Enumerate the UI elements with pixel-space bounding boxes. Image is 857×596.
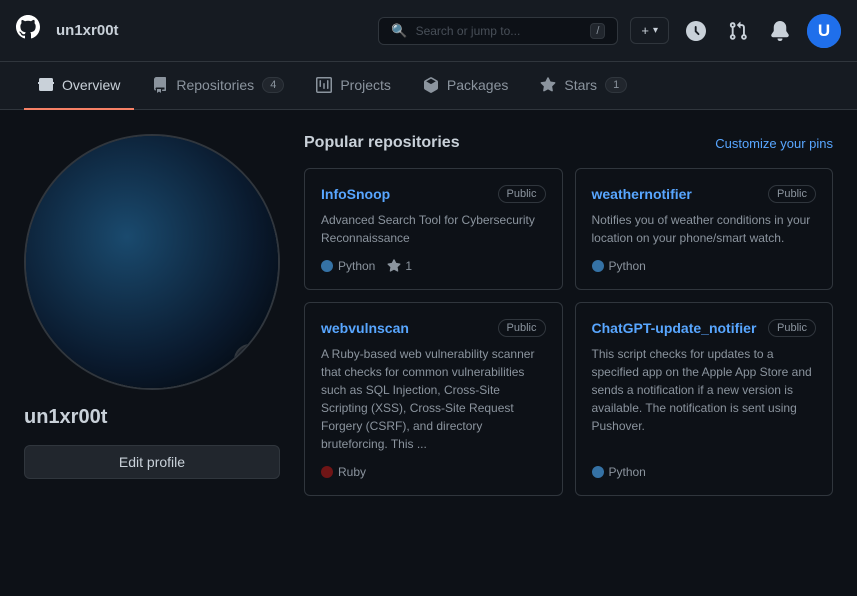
star-icon xyxy=(387,259,401,273)
repo-language: Ruby xyxy=(321,465,366,479)
repo-footer: Ruby xyxy=(321,465,546,479)
language-color-dot xyxy=(321,260,333,272)
repo-description: A Ruby-based web vulnerability scanner t… xyxy=(321,345,546,453)
repo-description: This script checks for updates to a spec… xyxy=(592,345,817,453)
language-color-dot xyxy=(592,260,604,272)
edit-profile-button[interactable]: Edit profile xyxy=(24,445,280,479)
git-pull-request-button[interactable] xyxy=(723,16,753,46)
repo-visibility-badge: Public xyxy=(498,319,546,337)
language-color-dot xyxy=(592,466,604,478)
repo-card-infosnooop: InfoSnoop Public Advanced Search Tool fo… xyxy=(304,168,563,290)
navbar: un1xr00t 🔍 Search or jump to... / + ▾ U xyxy=(0,0,857,62)
user-avatar-nav[interactable]: U xyxy=(807,14,841,48)
timer-button[interactable] xyxy=(681,16,711,46)
repo-card-weathernotifier: weathernotifier Public Notifies you of w… xyxy=(575,168,834,290)
popular-repos-title: Popular repositories xyxy=(304,134,460,152)
repo-visibility-badge: Public xyxy=(768,185,816,203)
tab-projects-label: Projects xyxy=(340,77,391,93)
star-count: 1 xyxy=(405,259,412,273)
profile-username: un1xr00t xyxy=(24,406,280,429)
tab-projects[interactable]: Projects xyxy=(302,62,405,110)
repo-footer: Python 1 xyxy=(321,259,546,273)
profile-tabs: Overview Repositories 4 Projects Package… xyxy=(0,62,857,110)
repo-footer: Python xyxy=(592,259,817,273)
main-content: 😊 un1xr00t Edit profile Popular reposito… xyxy=(0,110,857,520)
search-shortcut-badge: / xyxy=(590,23,605,39)
repo-name-link[interactable]: webvulnscan xyxy=(321,320,409,336)
right-content: Popular repositories Customize your pins… xyxy=(304,134,833,496)
profile-avatar: 😊 xyxy=(24,134,280,390)
repo-card-header: ChatGPT-update_notifier Public xyxy=(592,319,817,337)
tab-overview-label: Overview xyxy=(62,77,120,93)
customize-pins-link[interactable]: Customize your pins xyxy=(715,136,833,151)
repo-card-header: webvulnscan Public xyxy=(321,319,546,337)
tab-repositories-badge: 4 xyxy=(262,77,284,93)
tab-repositories[interactable]: Repositories 4 xyxy=(138,62,298,110)
repo-card-header: weathernotifier Public xyxy=(592,185,817,203)
search-bar[interactable]: 🔍 Search or jump to... / xyxy=(378,17,618,45)
tab-stars[interactable]: Stars 1 xyxy=(526,62,641,110)
repo-language: Python xyxy=(592,465,646,479)
repo-language: Python xyxy=(321,259,375,273)
repo-name-link[interactable]: ChatGPT-update_notifier xyxy=(592,320,757,336)
github-logo-icon[interactable] xyxy=(16,15,40,46)
repo-name-link[interactable]: weathernotifier xyxy=(592,186,692,202)
tab-stars-label: Stars xyxy=(564,77,597,93)
repo-grid: InfoSnoop Public Advanced Search Tool fo… xyxy=(304,168,833,496)
repo-description: Advanced Search Tool for Cybersecurity R… xyxy=(321,211,546,247)
navbar-username: un1xr00t xyxy=(56,22,119,39)
search-icon: 🔍 xyxy=(391,23,407,39)
repo-card-header: InfoSnoop Public xyxy=(321,185,546,203)
emoji-button[interactable]: 😊 xyxy=(234,344,266,376)
repo-description: Notifies you of weather conditions in yo… xyxy=(592,211,817,247)
add-button[interactable]: + ▾ xyxy=(630,17,669,44)
search-placeholder-text: Search or jump to... xyxy=(416,24,521,38)
popular-repos-header: Popular repositories Customize your pins xyxy=(304,134,833,152)
repo-card-chatgpt-notifier: ChatGPT-update_notifier Public This scri… xyxy=(575,302,834,496)
repo-language: Python xyxy=(592,259,646,273)
language-label: Python xyxy=(609,259,646,273)
tab-packages-label: Packages xyxy=(447,77,508,93)
repo-visibility-badge: Public xyxy=(768,319,816,337)
tab-repositories-label: Repositories xyxy=(176,77,254,93)
inbox-button[interactable] xyxy=(765,16,795,46)
language-label: Ruby xyxy=(338,465,366,479)
repo-stars: 1 xyxy=(387,259,412,273)
language-label: Python xyxy=(609,465,646,479)
tab-packages[interactable]: Packages xyxy=(409,62,522,110)
language-color-dot xyxy=(321,466,333,478)
repo-name-link[interactable]: InfoSnoop xyxy=(321,186,390,202)
repo-visibility-badge: Public xyxy=(498,185,546,203)
profile-sidebar: 😊 un1xr00t Edit profile xyxy=(24,134,280,496)
repo-card-webvulnscan: webvulnscan Public A Ruby-based web vuln… xyxy=(304,302,563,496)
tab-stars-badge: 1 xyxy=(605,77,627,93)
add-dropdown-icon: ▾ xyxy=(653,25,658,36)
language-label: Python xyxy=(338,259,375,273)
svg-text:U: U xyxy=(818,21,830,40)
add-icon: + xyxy=(641,23,649,38)
repo-footer: Python xyxy=(592,465,817,479)
tab-overview[interactable]: Overview xyxy=(24,62,134,110)
